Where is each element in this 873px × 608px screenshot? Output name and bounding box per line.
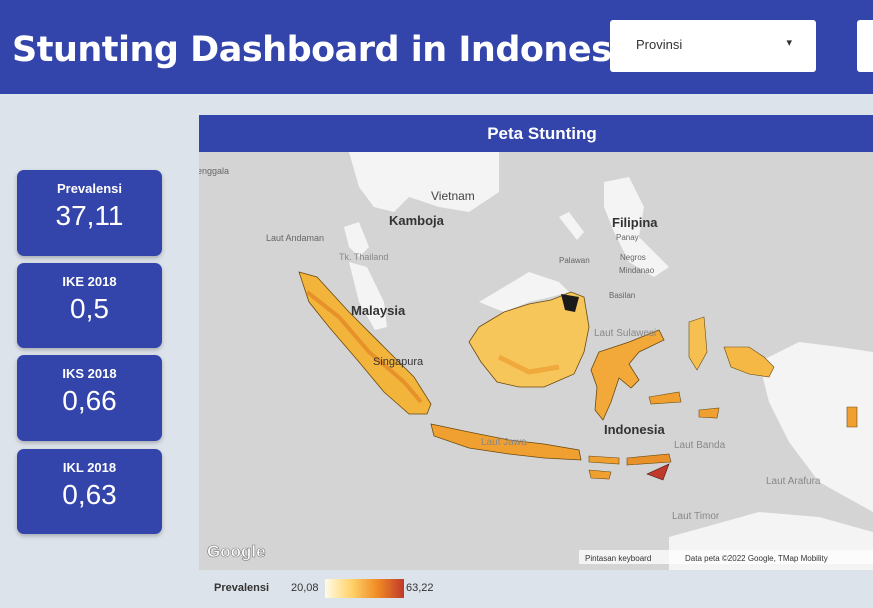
kpi-card-prevalensi: Prevalensi 37,11 [17, 170, 162, 256]
map-title: Peta Stunting [487, 124, 597, 143]
kpi-card-ike-2018: IKE 2018 0,5 [17, 263, 162, 348]
page-title: Stunting Dashboard in Indonesia [12, 30, 647, 70]
map-label: Laut Arafura [766, 476, 821, 487]
kpi-value: 37,11 [55, 200, 124, 231]
legend-min-value: 20,08 [291, 582, 319, 594]
map-label: Filipina [612, 215, 658, 230]
kpi-label: IKL 2018 [62, 460, 117, 475]
keyboard-shortcuts-link[interactable]: Pintasan keyboard [585, 554, 651, 563]
header-bar: Stunting Dashboard in Indonesia Provinsi… [0, 0, 873, 94]
map-label: Negros [620, 253, 646, 262]
map-label: Malaysia [351, 303, 406, 318]
map-header: Peta Stunting [199, 115, 873, 152]
kpi-label: Prevalensi [56, 181, 123, 196]
legend-color-scale [325, 579, 404, 598]
map-label: Laut Jawa [481, 437, 527, 448]
map-label: Tk. Thailand [339, 252, 388, 262]
map-label: Basilan [609, 291, 635, 300]
map-svg[interactable]: Vietnam Kamboja Filipina Panay Negros Mi… [199, 152, 873, 570]
stunting-map-panel: Peta Stunting Vietnam Kamboja Filipina P… [199, 115, 873, 570]
map-label: Panay [616, 233, 639, 242]
map-label: Indonesia [604, 422, 665, 437]
map-label: Laut Banda [674, 440, 726, 451]
map-label: Singapura [373, 356, 424, 368]
legend-max-value: 63,22 [406, 582, 434, 594]
map-label: enggala [199, 166, 229, 176]
map-label: Laut Andaman [266, 233, 324, 243]
kei-islands[interactable] [698, 407, 720, 419]
kpi-value: 0,5 [70, 293, 109, 324]
kpi-card-iks-2018: IKS 2018 0,66 [17, 355, 162, 441]
legend-title: Prevalensi [214, 582, 270, 594]
map-label: Vietnam [431, 189, 475, 203]
chevron-down-icon: ▾ [786, 37, 792, 49]
second-dropdown[interactable] [857, 20, 873, 72]
map-label: Kamboja [389, 213, 445, 228]
papua-east-part[interactable] [846, 406, 858, 428]
kpi-label: IKS 2018 [62, 366, 117, 381]
provinsi-dropdown-label: Provinsi [636, 37, 683, 52]
map-data-attribution[interactable]: Data peta ©2022 Google, TMap Mobility [685, 554, 828, 563]
map-label: Laut Timor [672, 511, 720, 522]
google-logo[interactable]: Google [207, 542, 266, 562]
map-label: Laut Sulawesi [594, 328, 656, 339]
kpi-label: IKE 2018 [62, 274, 117, 289]
provinsi-dropdown[interactable]: Provinsi ▾ [610, 20, 816, 72]
kpi-value: 0,66 [62, 385, 117, 416]
map-label: Palawan [559, 256, 590, 265]
map-canvas[interactable]: Vietnam Kamboja Filipina Panay Negros Mi… [199, 152, 873, 570]
map-label: Mindanao [619, 266, 655, 275]
kpi-card-ikl-2018: IKL 2018 0,63 [17, 449, 162, 534]
kpi-value: 0,63 [62, 479, 117, 510]
